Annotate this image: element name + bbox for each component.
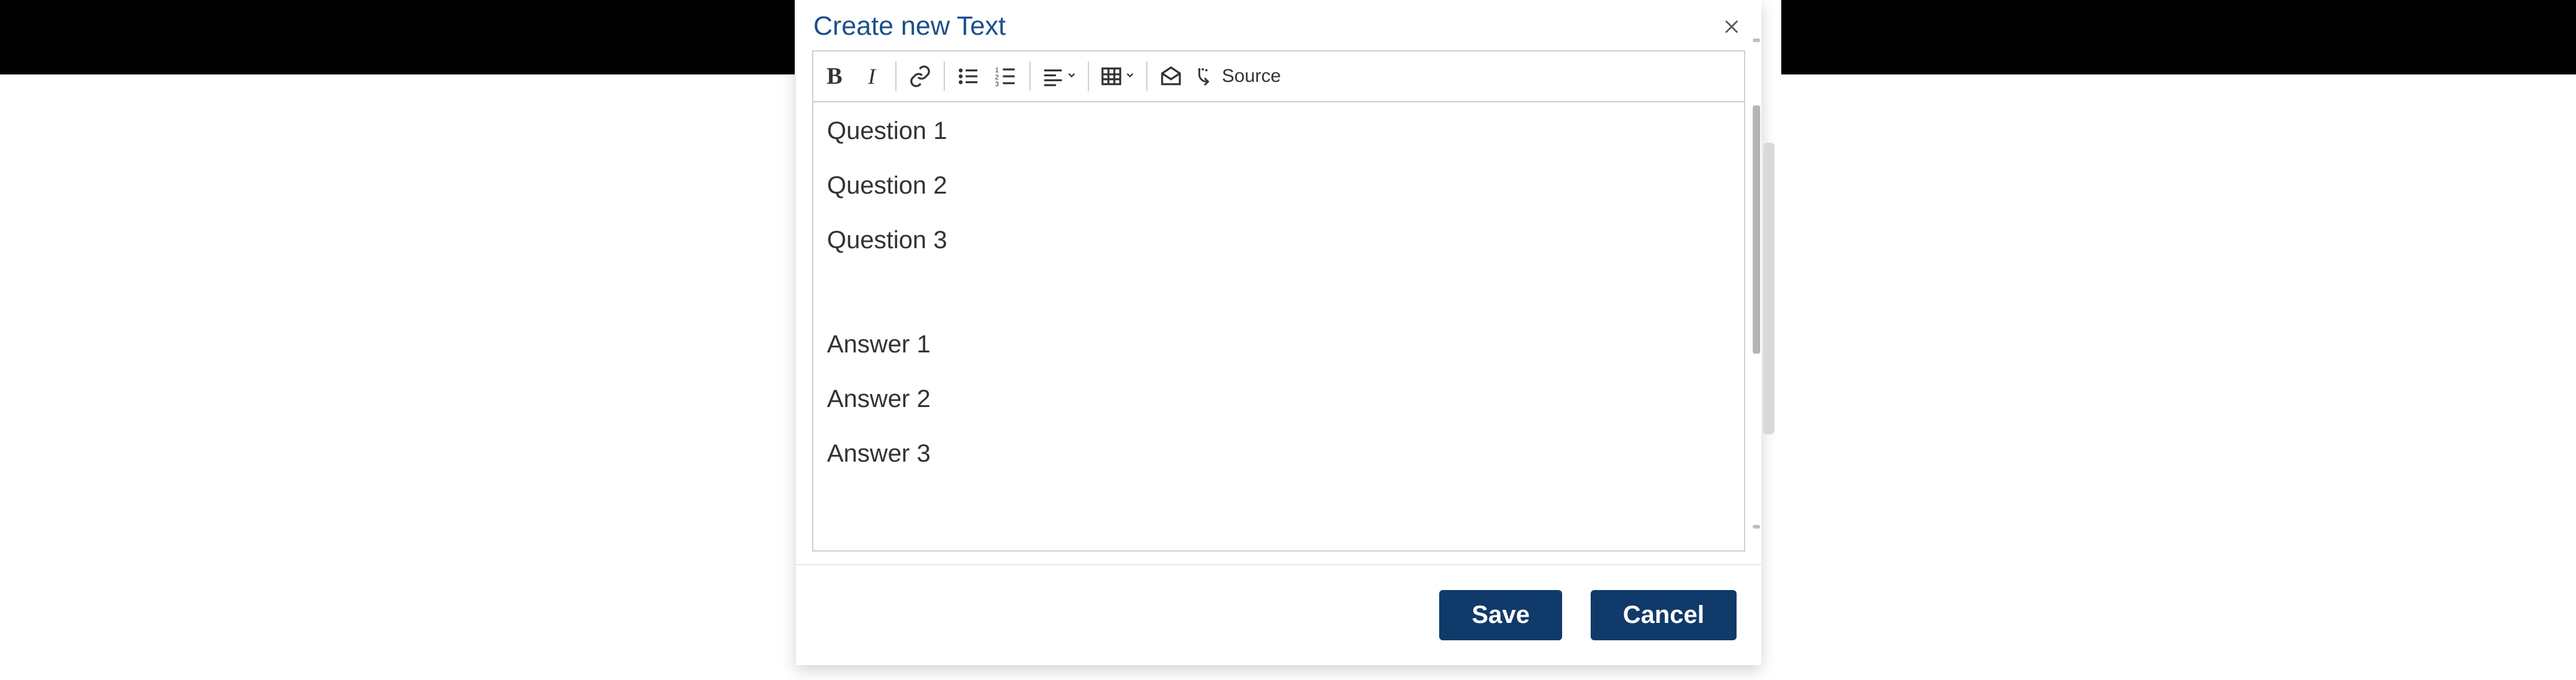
dialog-footer: Save Cancel [796,564,1761,665]
mail-button[interactable] [1154,59,1188,94]
align-left-icon [1041,65,1065,88]
italic-icon: I [868,63,875,89]
toolbar-separator [1088,61,1089,91]
link-button[interactable] [903,59,938,94]
toolbar-separator [1146,61,1147,91]
save-button[interactable]: Save [1439,590,1561,640]
chevron-down-icon [1066,69,1077,84]
bullet-list-button[interactable] [951,59,986,94]
close-button[interactable] [1719,14,1744,39]
page-header-right [1781,0,2576,74]
table-dropdown[interactable] [1095,59,1140,94]
close-icon [1722,17,1742,37]
table-icon [1100,65,1123,88]
bold-button[interactable]: B [817,59,852,94]
envelope-open-icon [1159,65,1183,88]
editor-line: Answer 1 [827,326,1730,363]
toolbar-separator [1029,61,1031,91]
toolbar-separator [895,61,897,91]
create-text-dialog: Create new Text B I [796,0,1761,665]
editor-line: Question 3 [827,221,1730,259]
page-header-left [0,0,795,74]
page-scrollbar-thumb[interactable] [1763,143,1774,434]
bullet-list-icon [957,65,980,88]
editor-toolbar-wrap: B I [812,50,1745,102]
source-label: Source [1222,66,1281,87]
editor-line: Answer 3 [827,435,1730,472]
editor-line: Question 2 [827,167,1730,204]
numbered-list-icon: 1 2 3 [994,65,1018,88]
dialog-title: Create new Text [813,11,1006,42]
cancel-button[interactable]: Cancel [1591,590,1737,640]
scroll-arrow-down-icon[interactable] [1753,525,1760,529]
source-button[interactable]: Source [1190,59,1287,94]
svg-text:3: 3 [995,81,999,88]
align-dropdown[interactable] [1037,59,1082,94]
scroll-arrow-up-icon[interactable] [1753,38,1760,42]
editor-blank [827,276,1730,326]
toolbar-separator [944,61,945,91]
link-icon [908,65,932,88]
scrollbar-thumb[interactable] [1753,105,1760,354]
editor-line: Answer 2 [827,380,1730,418]
editor-toolbar: B I [813,51,1744,102]
chevron-down-icon [1124,69,1136,84]
editor-line: Question 1 [827,112,1730,150]
bold-icon: B [826,63,842,90]
editor-content[interactable]: Question 1 Question 2 Question 3 Answer … [812,102,1745,552]
source-icon [1196,66,1217,87]
italic-button[interactable]: I [854,59,889,94]
dialog-header: Create new Text [796,0,1761,50]
numbered-list-button[interactable]: 1 2 3 [988,59,1023,94]
